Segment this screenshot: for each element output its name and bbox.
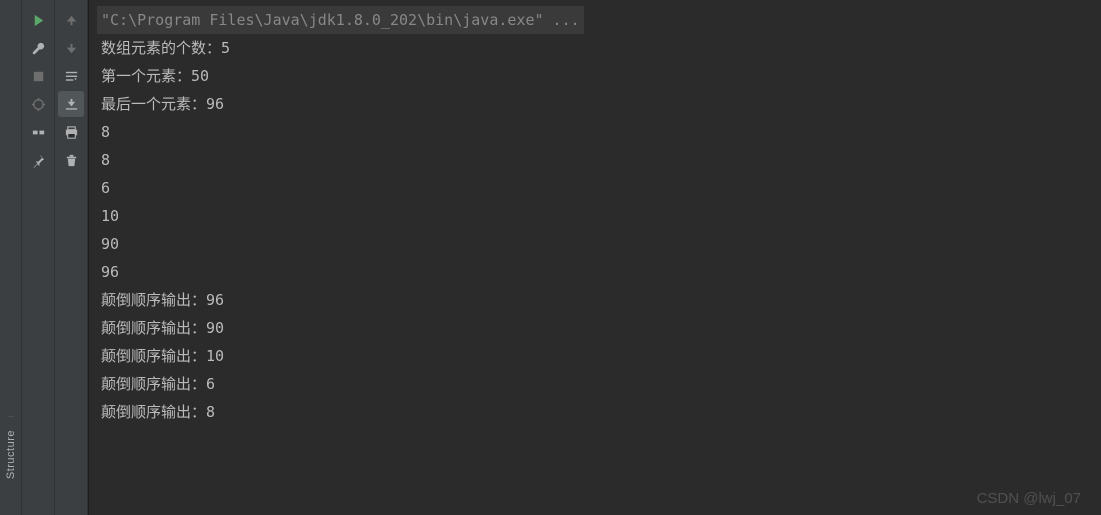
side-tab-divider: —	[7, 409, 14, 422]
console-line: 第一个元素：50	[97, 62, 1093, 90]
print-button[interactable]	[58, 119, 84, 145]
run-toolbar-col2	[55, 0, 88, 515]
console-line: 8	[97, 146, 1093, 174]
console-line: 90	[97, 230, 1093, 258]
console-line: 颠倒顺序输出：8	[97, 398, 1093, 426]
watermark-text: CSDN @lwj_07	[977, 490, 1081, 507]
layout-button[interactable]	[25, 119, 51, 145]
up-arrow-button[interactable]	[58, 7, 84, 33]
console-line: 最后一个元素：96	[97, 90, 1093, 118]
down-arrow-button[interactable]	[58, 35, 84, 61]
console-line: 6	[97, 174, 1093, 202]
pin-button[interactable]	[25, 147, 51, 173]
console-line: 10	[97, 202, 1093, 230]
console-line: 数组元素的个数：5	[97, 34, 1093, 62]
console-line: 颠倒顺序输出：10	[97, 342, 1093, 370]
trash-button[interactable]	[58, 147, 84, 173]
structure-tab-label[interactable]: Structure	[5, 424, 17, 485]
stop-button[interactable]	[25, 63, 51, 89]
console-line: 8	[97, 118, 1093, 146]
rerun-button[interactable]	[25, 7, 51, 33]
wrench-button[interactable]	[25, 35, 51, 61]
console-output[interactable]: "C:\Program Files\Java\jdk1.8.0_202\bin\…	[88, 0, 1101, 515]
debug-button[interactable]	[25, 91, 51, 117]
run-toolbar-col1	[22, 0, 55, 515]
console-line: 颠倒顺序输出：96	[97, 286, 1093, 314]
console-line: 颠倒顺序输出：6	[97, 370, 1093, 398]
console-command-line: "C:\Program Files\Java\jdk1.8.0_202\bin\…	[97, 6, 584, 34]
console-line: 96	[97, 258, 1093, 286]
soft-wrap-button[interactable]	[58, 63, 84, 89]
ide-side-tab[interactable]: — Structure	[0, 0, 22, 515]
scroll-to-end-button[interactable]	[58, 91, 84, 117]
console-line: 颠倒顺序输出：90	[97, 314, 1093, 342]
